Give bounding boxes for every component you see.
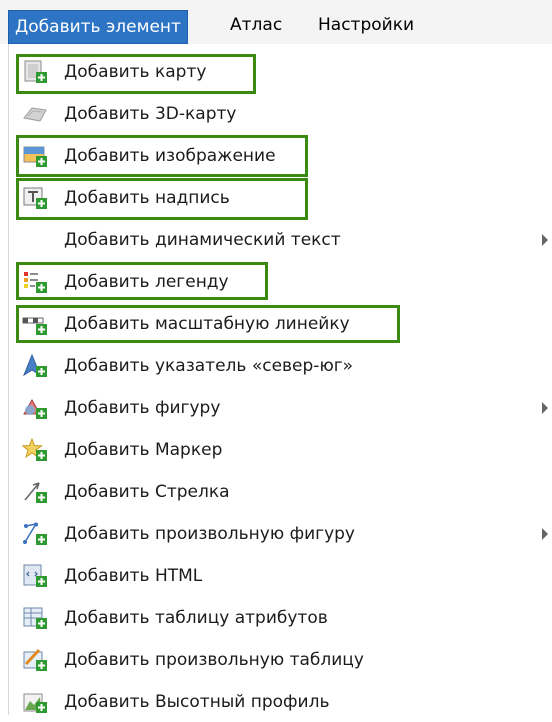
menu-add-item[interactable]: Добавить элемент — [8, 10, 188, 44]
menu-item-label: Добавить 3D-карту — [64, 104, 237, 124]
menu-item-add-marker[interactable]: Добавить Маркер — [16, 430, 546, 470]
marker-icon — [21, 437, 50, 462]
submenu-arrow-icon — [542, 528, 548, 540]
arrow-icon — [22, 480, 50, 504]
menu-item-label: Добавить карту — [64, 62, 207, 82]
menu-item-add-arrow[interactable]: Добавить Стрелка — [16, 472, 546, 512]
menu-item-label: Добавить указатель «север-юг» — [64, 356, 354, 376]
legend-icon — [22, 270, 50, 294]
fixed-table-icon — [22, 648, 50, 672]
menu-item-add-scalebar[interactable]: Добавить масштабную линейку — [16, 304, 546, 344]
menu-item-add-legend[interactable]: Добавить легенду — [16, 262, 546, 302]
menu-item-label: Добавить динамический текст — [64, 230, 341, 250]
submenu-arrow-icon — [542, 234, 548, 246]
menu-item-label: Добавить Высотный профиль — [64, 692, 330, 712]
menu-item-label: Добавить произвольную фигуру — [64, 524, 355, 544]
label-icon — [22, 186, 50, 210]
menu-item-label: Добавить легенду — [64, 272, 229, 292]
menu-item-add-shape[interactable]: Добавить фигуру — [16, 388, 548, 428]
submenu-arrow-icon — [542, 402, 548, 414]
menu-item-add-elevation-profile[interactable]: Добавить Высотный профиль — [16, 682, 546, 722]
image-icon — [22, 144, 50, 168]
menu-item-add-html[interactable]: Добавить HTML — [16, 556, 546, 596]
menu-item-add-polygon[interactable]: Добавить произвольную фигуру — [16, 514, 548, 554]
menu-item-label: Добавить HTML — [64, 566, 203, 586]
menu-bar: Добавить элемент Атлас Настройки — [0, 0, 552, 45]
scalebar-icon — [22, 312, 50, 336]
menu-item-add-fixed-table[interactable]: Добавить произвольную таблицу — [16, 640, 546, 680]
attribute-table-icon — [22, 606, 50, 630]
menu-item-add-dynamic-text[interactable]: Добавить динамический текст — [16, 220, 548, 260]
shape-icon — [22, 396, 50, 420]
menu-item-add-3d-map[interactable]: Добавить 3D-карту — [16, 94, 546, 134]
3d-map-icon — [22, 102, 50, 126]
menu-item-label: Добавить фигуру — [64, 398, 221, 418]
menu-item-add-map[interactable]: Добавить карту — [16, 52, 546, 92]
html-icon — [22, 564, 50, 588]
elevation-profile-icon — [22, 690, 50, 714]
menu-atlas[interactable]: Атлас — [224, 9, 288, 41]
menu-item-add-north-arrow[interactable]: Добавить указатель «север-юг» — [16, 346, 546, 386]
menu-item-label: Добавить таблицу атрибутов — [64, 608, 328, 628]
menu-item-label: Добавить Стрелка — [64, 482, 230, 502]
menu-settings[interactable]: Настройки — [312, 9, 420, 41]
menu-left-border — [8, 44, 9, 715]
menu-item-label: Добавить изображение — [64, 146, 276, 166]
map-icon — [22, 60, 50, 84]
menu-item-add-image[interactable]: Добавить изображение — [16, 136, 546, 176]
add-item-dropdown: Добавить карту Добавить 3D-карту Добавит… — [0, 44, 552, 715]
menu-item-label: Добавить произвольную таблицу — [64, 650, 364, 670]
north-arrow-icon — [22, 353, 50, 378]
menu-item-label: Добавить надпись — [64, 188, 230, 208]
menu-item-add-attribute-table[interactable]: Добавить таблицу атрибутов — [16, 598, 546, 638]
menu-item-add-label[interactable]: Добавить надпись — [16, 178, 546, 218]
menu-item-label: Добавить Маркер — [64, 440, 223, 460]
menu-item-label: Добавить масштабную линейку — [64, 314, 350, 334]
polygon-icon — [22, 522, 50, 546]
